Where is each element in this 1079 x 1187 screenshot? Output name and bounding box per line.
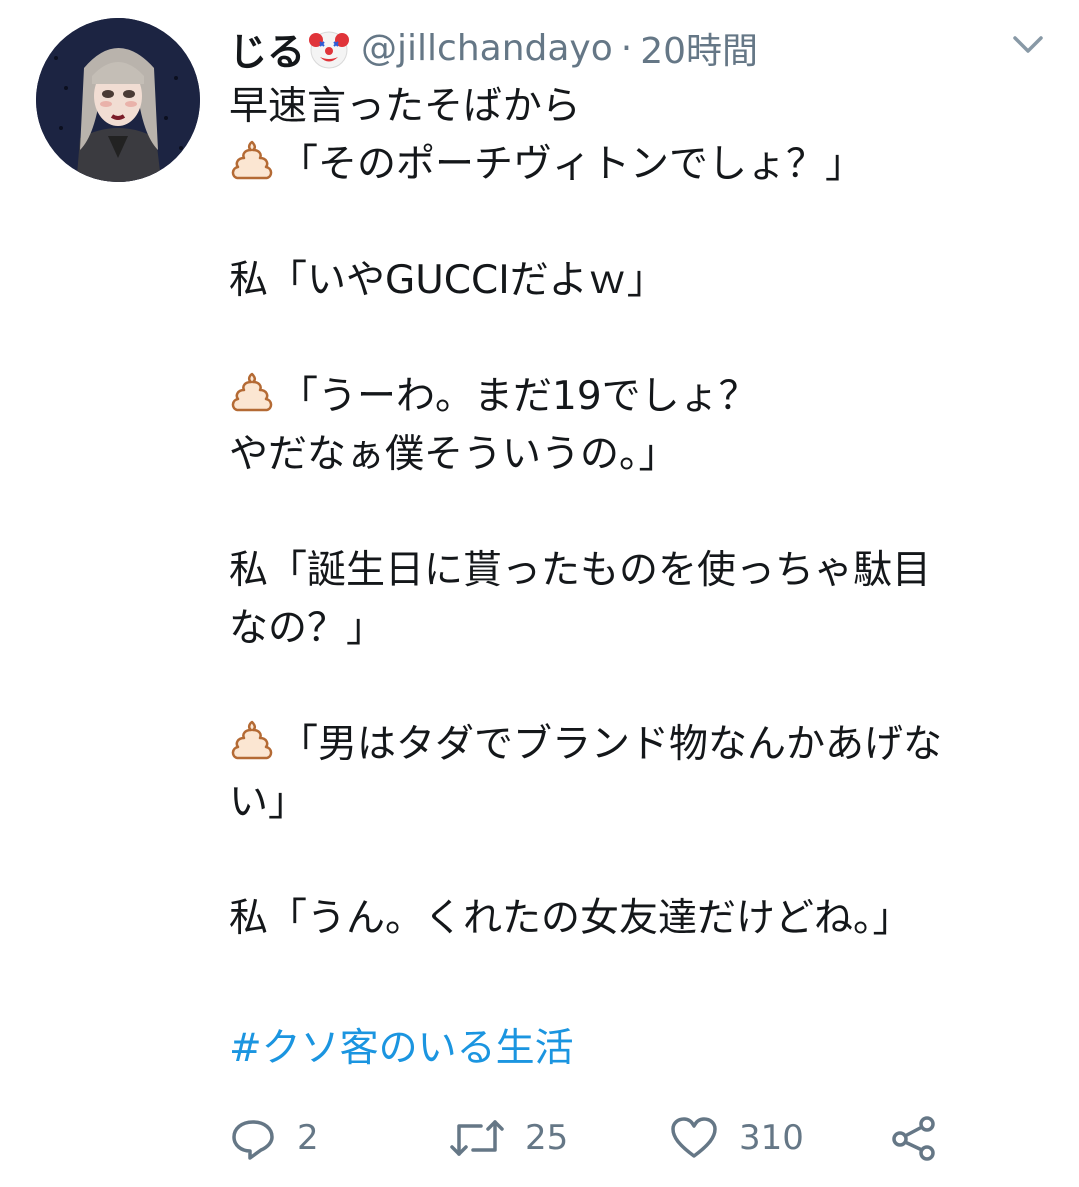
tweet-line-text: 「男はタダでブランド物なんかあげな	[279, 722, 943, 767]
avatar-illustration	[36, 18, 200, 182]
tweet-line-text: い」	[229, 780, 308, 825]
tweet-line-text: 私「うん。くれたの女友達だけどね。」	[229, 896, 912, 941]
tweet-line-text: 私「誕生日に貰ったものを使っちゃ駄目	[229, 548, 932, 593]
tweet: じる @jillchandayo · 20時間 早速言ったそばから「そのポーチヴ…	[0, 0, 1079, 1187]
clown-face-icon	[307, 26, 351, 70]
tweet-line: 私「誕生日に貰ったものを使っちゃ駄目	[229, 542, 1049, 600]
tweet-line: なの？」	[229, 600, 1049, 658]
tweet-line: 「男はタダでブランド物なんかあげな	[229, 716, 1049, 774]
share-button[interactable]	[889, 1108, 939, 1168]
tweet-line-text: やだなぁ僕そういうの。」	[229, 432, 678, 477]
share-icon	[889, 1114, 939, 1162]
tweet-line: 早速言ったそばから	[229, 78, 1049, 136]
tweet-line	[229, 484, 1049, 542]
retweet-button[interactable]: 25	[449, 1108, 568, 1168]
reply-count: 2	[297, 1118, 319, 1158]
tweet-header: じる @jillchandayo · 20時間	[229, 20, 758, 76]
tweet-text: 早速言ったそばから「そのポーチヴィトンでしょ？」私「いやGUCCIだよｗ」「うー…	[229, 78, 1049, 948]
reply-button[interactable]: 2	[229, 1108, 319, 1168]
tweet-line-text: 私「いやGUCCIだよｗ」	[229, 258, 666, 303]
tweet-line	[229, 658, 1049, 716]
tweet-line: 私「いやGUCCIだよｗ」	[229, 252, 1049, 310]
tweet-line	[229, 832, 1049, 890]
tweet-line	[229, 194, 1049, 252]
display-name[interactable]: じる	[229, 21, 305, 76]
tweet-actions: 2 25 310	[229, 1108, 1049, 1168]
tweet-line-text: なの？」	[229, 606, 386, 651]
user-handle[interactable]: @jillchandayo	[361, 28, 613, 69]
tweet-line-text: 早速言ったそばから	[229, 84, 581, 129]
like-button[interactable]: 310	[669, 1108, 804, 1168]
heart-icon	[669, 1114, 719, 1162]
avatar[interactable]	[36, 18, 200, 182]
tweet-line: 「うーわ。まだ19でしょ？	[229, 368, 1049, 426]
hashtag-link[interactable]: #クソ客のいる生活	[229, 1020, 574, 1078]
poop-icon	[229, 137, 275, 183]
tweet-line: 私「うん。くれたの女友達だけどね。」	[229, 890, 1049, 948]
tweet-line	[229, 310, 1049, 368]
chevron-down-icon	[1008, 36, 1048, 64]
tweet-line: やだなぁ僕そういうの。」	[229, 426, 1049, 484]
like-count: 310	[739, 1118, 804, 1158]
tweet-line-text: 「うーわ。まだ19でしょ？	[279, 374, 758, 419]
poop-icon	[229, 717, 275, 763]
reply-icon	[229, 1114, 277, 1162]
tweet-menu-button[interactable]	[1008, 30, 1048, 60]
tweet-line-text: 「そのポーチヴィトンでしょ？」	[279, 142, 865, 187]
poop-icon	[229, 369, 275, 415]
timestamp[interactable]: 20時間	[640, 22, 758, 74]
separator-dot: ·	[620, 27, 633, 69]
tweet-line: い」	[229, 774, 1049, 832]
retweet-icon	[449, 1114, 505, 1162]
tweet-line: 「そのポーチヴィトンでしょ？」	[229, 136, 1049, 194]
retweet-count: 25	[525, 1118, 569, 1158]
